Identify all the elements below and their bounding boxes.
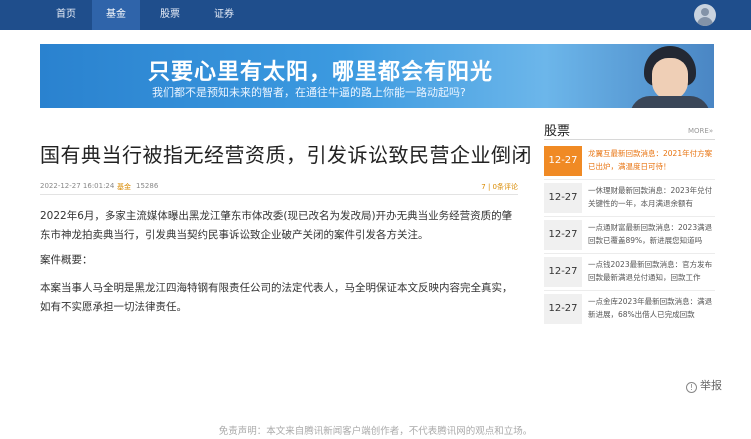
news-date: 12-27 [544, 183, 582, 213]
article-meta: 2022-12-27 16:01:24 基金 15286 7 | 0条评论 [40, 180, 518, 194]
sidebar-news-item[interactable]: 12-27 龙翼互最新回款消息：2021年付方案已出炉，满温度日可待！ [544, 146, 715, 176]
news-date: 12-27 [544, 294, 582, 324]
banner-subtitle: 我们都不是预知未来的智者，在通往牛逼的路上你能一路动起吗? [152, 86, 466, 99]
news-title: 一点通财富最新回款消息：2023满退回款已覆盖89%，新进展您知道吗 [588, 223, 713, 245]
news-title: 一休理财最新回款消息：2023年兑付关键性的一年，本月满退余额有 [588, 186, 713, 208]
sidebar-news-item[interactable]: 12-27 一点钱2023最新回款消息：官方发布回款最新满退兑付通知，回款工作 [544, 257, 715, 287]
article-comments-link[interactable]: 7 | 0条评论 [481, 182, 518, 192]
banner-title: 只要心里有太阳，哪里都会有阳光 [148, 59, 494, 85]
avatar-head [701, 8, 709, 16]
nav-stock[interactable]: 股票 [140, 0, 200, 30]
nav-securities[interactable]: 证券 [200, 0, 248, 30]
news-title: 一点钱2023最新回款消息：官方发布回款最新满退兑付通知，回款工作 [588, 260, 713, 282]
news-separator [544, 216, 715, 217]
main-nav: 首页 基金 股票 证券 [40, 0, 248, 30]
article-views: 15286 [136, 182, 159, 190]
sidebar-divider [544, 139, 715, 140]
promo-banner[interactable]: 只要心里有太阳，哪里都会有阳光 我们都不是预知未来的智者，在通往牛逼的路上你能一… [40, 44, 714, 108]
article-paragraph: 本案当事人马全明是黑龙江四海特钢有限责任公司的法定代表人，马全明保证本文反映内容… [40, 282, 513, 313]
news-date: 12-27 [544, 220, 582, 250]
news-separator [544, 290, 715, 291]
avatar-body [697, 17, 713, 26]
report-button[interactable]: ! 举报 [686, 377, 722, 393]
sidebar-more-link[interactable]: MORE» [688, 127, 713, 135]
banner-person-image [620, 44, 714, 108]
banner-person-face [652, 58, 688, 100]
article-divider [40, 194, 518, 195]
info-circle-icon: ! [686, 382, 697, 393]
news-separator [544, 179, 715, 180]
nav-home[interactable]: 首页 [40, 0, 92, 30]
article-date: 2022-12-27 16:01:24 [40, 182, 115, 190]
top-nav-bar: 首页 基金 股票 证券 [0, 0, 751, 30]
sidebar-title: 股票 [544, 124, 571, 139]
article-headline: 国有典当行被指无经营资质，引发诉讼致民营企业倒闭 [40, 143, 532, 167]
user-avatar-icon[interactable] [694, 4, 716, 26]
disclaimer-text: 免责声明：本文来自腾讯新闻客户端创作者，不代表腾讯网的观点和立场。 [218, 426, 533, 437]
nav-fund[interactable]: 基金 [92, 0, 140, 30]
news-title: 一点金库2023年最新回款消息：满退新进展，68%出借人已完成回款 [588, 297, 713, 319]
article-paragraph: 案件概要： [40, 254, 93, 266]
sidebar-news-item[interactable]: 12-27 一点金库2023年最新回款消息：满退新进展，68%出借人已完成回款 [544, 294, 715, 324]
banner-person-shoulders [630, 96, 710, 108]
sidebar-news-item[interactable]: 12-27 一休理财最新回款消息：2023年兑付关键性的一年，本月满退余额有 [544, 183, 715, 213]
article-paragraph: 2022年6月，多家主流媒体曝出黑龙江肇东市体改委(现已改名为发改局)开办无典当… [40, 210, 513, 241]
news-date: 12-27 [544, 257, 582, 287]
sidebar-news-item[interactable]: 12-27 一点通财富最新回款消息：2023满退回款已覆盖89%，新进展您知道吗 [544, 220, 715, 250]
article-category-link[interactable]: 基金 [117, 182, 131, 192]
report-label: 举报 [700, 379, 722, 392]
news-date: 12-27 [544, 146, 582, 176]
news-separator [544, 253, 715, 254]
news-title: 龙翼互最新回款消息：2021年付方案已出炉，满温度日可待！ [588, 149, 713, 171]
